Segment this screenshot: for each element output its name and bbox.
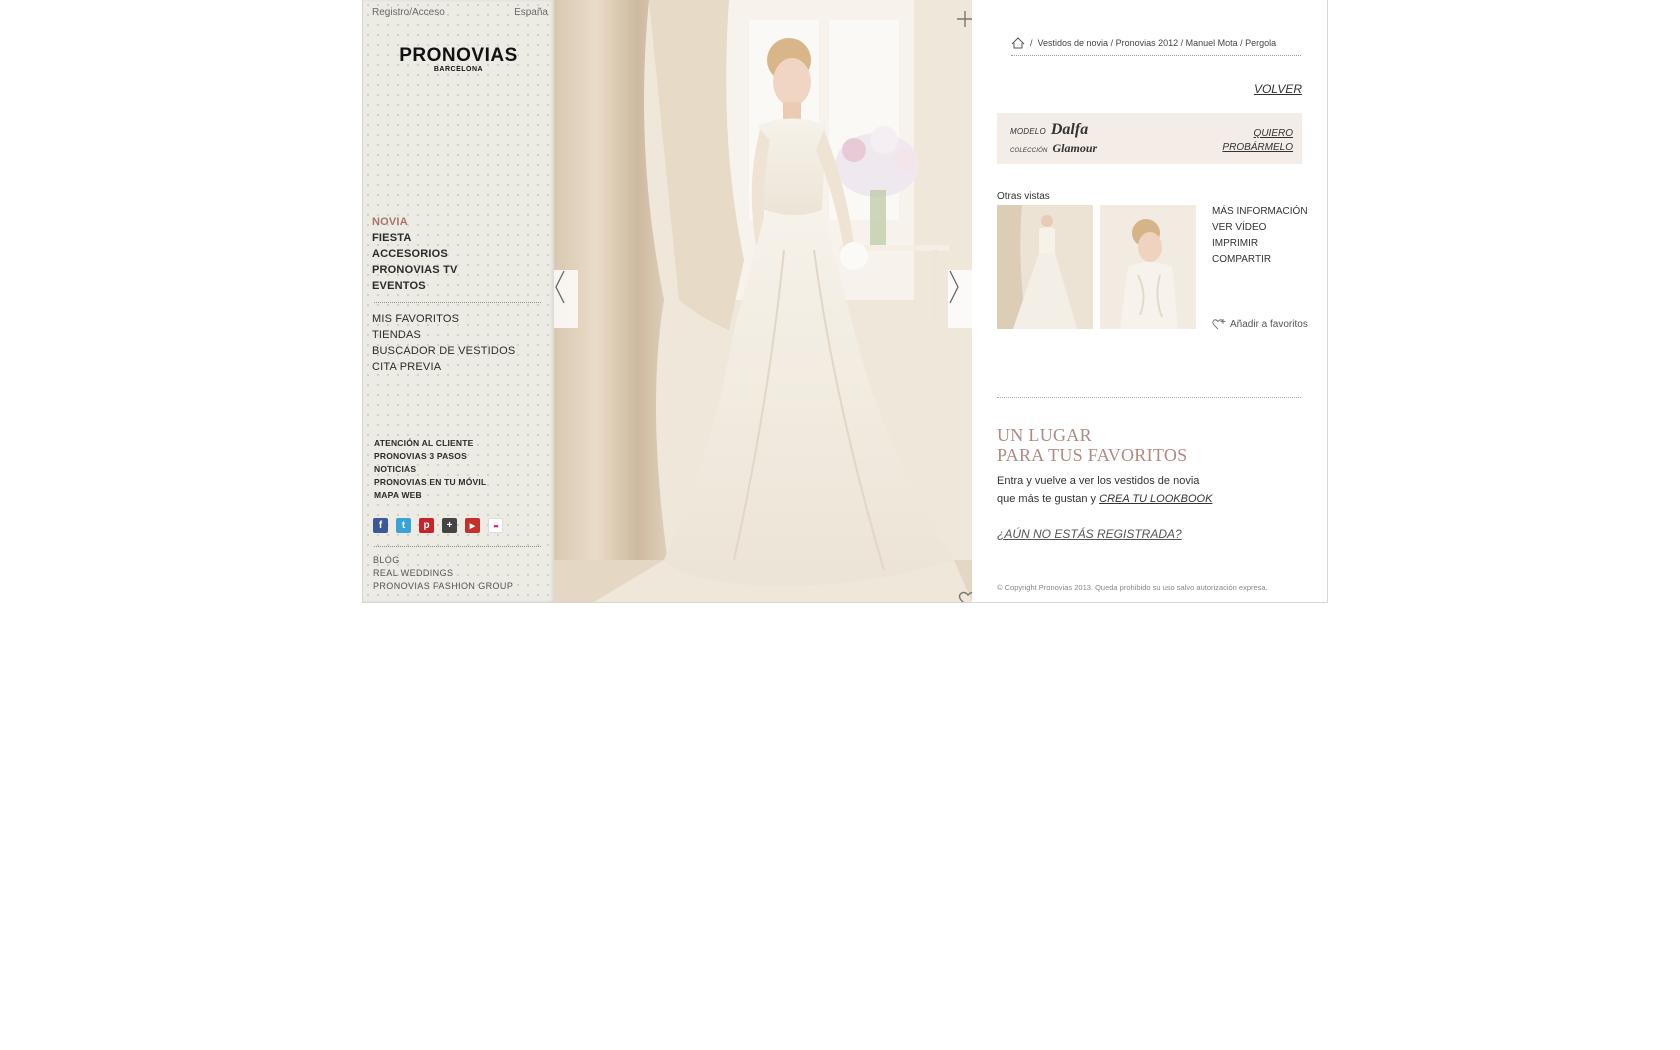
- menu-item-atencion[interactable]: ATENCIÓN AL CLIENTE: [374, 437, 486, 450]
- thumbnail-image: [1100, 205, 1196, 329]
- breadcrumb-path[interactable]: Vestidos de novia / Pronovias 2012 / Man…: [1038, 38, 1277, 48]
- back-link[interactable]: VOLVER: [1254, 82, 1302, 96]
- copyright-text: © Copyright Pronovias 2013. Queda prohib…: [997, 583, 1268, 592]
- info-menu: ATENCIÓN AL CLIENTE PRONOVIAS 3 PASOS NO…: [374, 437, 486, 502]
- actions-list: MÁS INFORMACIÓN VER VÍDEO IMPRIMIR COMPA…: [1212, 204, 1308, 268]
- delicious-icon[interactable]: +: [442, 518, 457, 533]
- bottom-menu: BLOG REAL WEDDINGS PRONOVIAS FASHION GRO…: [373, 554, 513, 593]
- breadcrumb: / Vestidos de novia / Pronovias 2012 / M…: [1011, 37, 1301, 56]
- collection-label: COLECCIÓN: [1010, 148, 1048, 154]
- add-favorites-button[interactable]: Añadir a favoritos: [1212, 318, 1308, 330]
- menu-item-accesorios[interactable]: ACCESORIOS: [372, 246, 458, 262]
- menu-item-movil[interactable]: PRONOVIAS EN TU MÓVIL: [374, 476, 486, 489]
- pinterest-icon[interactable]: p: [419, 518, 434, 533]
- logo[interactable]: PRONOVIAS BARCELONA: [363, 46, 554, 74]
- divider: [374, 546, 541, 547]
- model-name: Dalfa: [1050, 121, 1089, 138]
- menu-item-noticias[interactable]: NOTICIAS: [374, 463, 486, 476]
- home-icon[interactable]: [1011, 37, 1025, 49]
- thumbnail-back-detail[interactable]: [1100, 205, 1196, 329]
- divider: [997, 397, 1301, 398]
- favorites-title-line2: PARA TUS FAVORITOS: [997, 445, 1188, 465]
- flickr-icon[interactable]: ••: [488, 518, 503, 533]
- logo-name: PRONOVIAS: [399, 45, 518, 66]
- menu-item-fiesta[interactable]: FIESTA: [372, 230, 458, 246]
- next-arrow[interactable]: [948, 270, 972, 328]
- heart-plus-icon: [1212, 319, 1226, 330]
- social-links: f t p + ▶ ••: [373, 518, 503, 533]
- breadcrumb-separator: /: [1030, 38, 1033, 48]
- favorites-text: Entra y vuelve a ver los vestidos de nov…: [997, 472, 1212, 508]
- country-selector[interactable]: España: [514, 7, 548, 18]
- share-link[interactable]: COMPARTIR: [1212, 252, 1308, 268]
- menu-item-3-pasos[interactable]: PRONOVIAS 3 PASOS: [374, 450, 486, 463]
- model-info-box: MODELO Dalfa COLECCIÓN Glamour QUIERO PR…: [997, 113, 1302, 164]
- menu-item-cita-previa[interactable]: CITA PREVIA: [372, 359, 515, 375]
- menu-item-real-weddings[interactable]: REAL WEDDINGS: [373, 567, 513, 580]
- try-on-line1: QUIERO: [1253, 128, 1293, 139]
- chevron-right-icon: [949, 270, 959, 304]
- secondary-menu: MIS FAVORITOS TIENDAS BUSCADOR DE VESTID…: [372, 311, 515, 375]
- menu-item-pronovias-tv[interactable]: PRONOVIAS TV: [372, 262, 458, 278]
- collection-name: Glamour: [1052, 141, 1098, 155]
- thumbnail-full-dress[interactable]: [997, 205, 1093, 329]
- favorites-title: UN LUGAR PARA TUS FAVORITOS: [997, 425, 1187, 465]
- twitter-icon[interactable]: t: [396, 518, 411, 533]
- page-frame: Registro/Acceso España PRONOVIAS BARCELO…: [362, 0, 1328, 603]
- prev-arrow[interactable]: [554, 270, 578, 328]
- favorites-title-line1: UN LUGAR: [997, 425, 1092, 445]
- facebook-icon[interactable]: f: [373, 518, 388, 533]
- menu-item-mapa-web[interactable]: MAPA WEB: [374, 489, 486, 502]
- favorites-text-line2: que más te gustan y: [997, 493, 1097, 505]
- register-link[interactable]: ¿AÚN NO ESTÁS REGISTRADA?: [997, 527, 1182, 541]
- dress-photo: [554, 0, 972, 602]
- menu-item-fashion-group[interactable]: PRONOVIAS FASHION GROUP: [373, 580, 513, 593]
- main-menu: NOVIA FIESTA ACCESORIOS PRONOVIAS TV EVE…: [372, 214, 458, 294]
- other-views-label: Otras vistas: [997, 191, 1050, 202]
- thumbnail-image: [997, 205, 1093, 329]
- print-link[interactable]: IMPRIMIR: [1212, 236, 1308, 252]
- menu-item-eventos[interactable]: EVENTOS: [372, 278, 458, 294]
- logo-sub: BARCELONA: [433, 66, 484, 73]
- login-link[interactable]: Registro/Acceso: [372, 7, 445, 18]
- youtube-icon[interactable]: ▶: [465, 518, 480, 533]
- watch-video-link[interactable]: VER VÍDEO: [1212, 220, 1308, 236]
- sidebar: Registro/Acceso España PRONOVIAS BARCELO…: [363, 0, 554, 602]
- divider: [374, 302, 541, 303]
- menu-item-tiendas[interactable]: TIENDAS: [372, 327, 515, 343]
- menu-item-blog[interactable]: BLOG: [373, 554, 513, 567]
- try-on-link[interactable]: QUIERO PROBÁRMELO: [1222, 127, 1293, 155]
- dress-illustration: [554, 0, 972, 602]
- chevron-left-icon: [555, 270, 565, 304]
- add-favorites-label: Añadir a favoritos: [1230, 318, 1308, 330]
- try-on-line2: PROBÁRMELO: [1222, 142, 1293, 153]
- menu-item-novia[interactable]: NOVIA: [372, 214, 458, 230]
- create-lookbook-link[interactable]: CREA TU LOOKBOOK: [1099, 493, 1212, 505]
- menu-item-favoritos[interactable]: MIS FAVORITOS: [372, 311, 515, 327]
- menu-item-buscador[interactable]: BUSCADOR DE VESTIDOS: [372, 343, 515, 359]
- model-label: MODELO: [1010, 127, 1046, 136]
- favorites-text-line1: Entra y vuelve a ver los vestidos de nov…: [997, 475, 1200, 487]
- detail-panel: / Vestidos de novia / Pronovias 2012 / M…: [972, 0, 1327, 602]
- more-info-link[interactable]: MÁS INFORMACIÓN: [1212, 204, 1308, 220]
